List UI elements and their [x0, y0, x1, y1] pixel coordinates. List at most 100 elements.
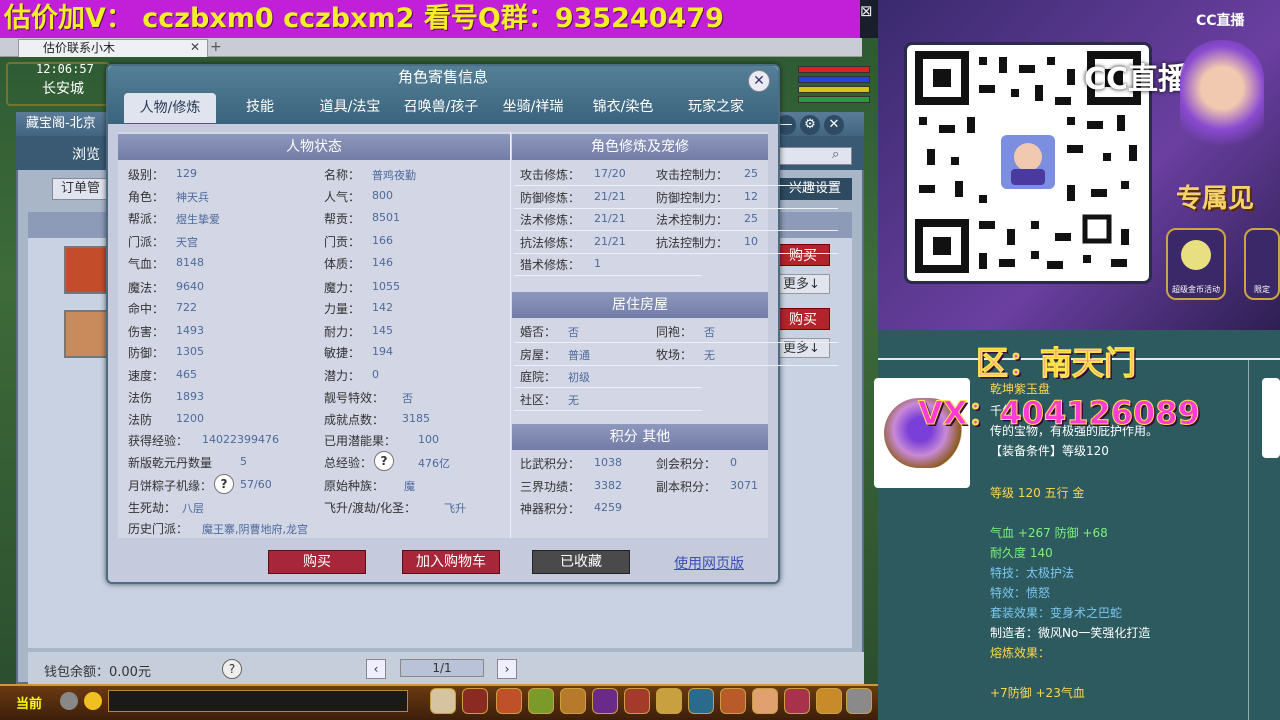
row-separator	[514, 387, 702, 388]
browse-tab[interactable]: 浏览	[72, 144, 100, 164]
item-stats: 气血 +267 防御 +68	[990, 526, 1108, 540]
skill-slot-icon[interactable]	[496, 688, 522, 714]
status-value: 129	[176, 167, 197, 180]
attribute-value: 194	[372, 345, 393, 358]
cultivation-label: 抗法修炼：	[520, 235, 581, 250]
attribute-label: 靓号特效：	[324, 391, 385, 405]
add-to-cart-button[interactable]: 加入购物车	[402, 550, 500, 574]
control-label: 攻击控制力：	[656, 168, 729, 182]
anger-bar	[798, 86, 870, 93]
activity-badge[interactable]: 超级金币活动	[1166, 228, 1226, 300]
control-value: 12	[744, 189, 758, 203]
house-value: 否	[704, 326, 715, 339]
chat-channel[interactable]: 当前	[16, 693, 42, 712]
skill-slot-icon[interactable]	[430, 688, 456, 714]
use-web-version-link[interactable]: 使用网页版	[674, 553, 744, 573]
row-separator	[650, 185, 838, 186]
help-icon[interactable]: ?	[214, 474, 234, 494]
item-maker: 制造者：微风No一笑强化打造	[990, 626, 1151, 640]
total-exp-value: 476亿	[418, 457, 450, 470]
tab-skills[interactable]: 技能	[226, 92, 294, 122]
order-manage-button[interactable]: 订单管	[52, 178, 112, 200]
attribute-value: 8501	[372, 211, 400, 224]
attribute-value: 145	[372, 324, 393, 337]
cultivation-label: 法术修炼：	[520, 213, 581, 227]
settings-icon[interactable]: ⚙	[800, 115, 820, 135]
item-requirement: 【装备条件】等级120	[990, 444, 1109, 458]
search-icon[interactable]: ⌕	[832, 147, 839, 162]
microphone-icon[interactable]	[60, 692, 78, 710]
house-value: 普通	[568, 348, 590, 362]
region-overlay: 区：南天门	[975, 344, 1137, 383]
skill-slot-icon[interactable]	[720, 688, 746, 714]
status-label: 级别：	[128, 168, 165, 182]
page-indicator: 1/1	[400, 659, 484, 677]
avatar[interactable]	[64, 310, 108, 358]
status-value: 煜生挚爱	[176, 213, 220, 226]
browser-tab[interactable]: 估价联系小木	[18, 39, 208, 57]
race-label: 原始种族：	[324, 479, 385, 493]
tab-close-icon[interactable]: ✕	[190, 40, 200, 54]
tab-outfits[interactable]: 锦衣/染色	[582, 92, 664, 122]
tab-items[interactable]: 道具/法宝	[310, 92, 390, 122]
buy-button[interactable]: 购买	[268, 550, 366, 574]
emoji-icon[interactable]	[84, 692, 102, 710]
row-separator	[650, 342, 838, 343]
new-tab-icon[interactable]: +	[210, 39, 222, 55]
store-search-input[interactable]	[774, 147, 852, 165]
used-fruit-label: 已用潜能果：	[324, 434, 397, 448]
skill-slot-icon[interactable]	[462, 688, 488, 714]
skill-slot-icon[interactable]	[624, 688, 650, 714]
skill-slot-icon[interactable]	[688, 688, 714, 714]
skill-slot-icon[interactable]	[784, 688, 810, 714]
status-label: 伤害：	[128, 325, 165, 339]
game-clock: 12:06:57	[36, 62, 94, 76]
points-label: 三界功绩：	[520, 479, 581, 494]
close-icon[interactable]: ✕	[824, 115, 844, 135]
listing-more-button[interactable]: 更多↓	[776, 274, 830, 294]
house-label: 同袍：	[656, 325, 693, 339]
tab-character-cultivation[interactable]: 人物/修炼	[124, 93, 216, 123]
house-header: 居住房屋	[512, 292, 768, 318]
help-icon[interactable]: ?	[222, 659, 242, 679]
listing-buy-button[interactable]: 购买	[776, 308, 830, 330]
skill-slot-icon[interactable]	[592, 688, 618, 714]
points-label: 剑会积分：	[656, 457, 717, 471]
skill-slot-icon[interactable]	[846, 688, 872, 714]
mp-bar	[798, 76, 870, 83]
help-icon[interactable]: ?	[374, 451, 394, 471]
house-label: 牧场：	[656, 347, 693, 362]
prev-page-button[interactable]: ‹	[366, 659, 386, 679]
control-value: 25	[744, 212, 758, 225]
status-header: 人物状态	[118, 134, 510, 160]
modal-close-icon[interactable]: ✕	[748, 70, 770, 92]
skill-slot-icon[interactable]	[528, 688, 554, 714]
skill-slot-icon[interactable]	[656, 688, 682, 714]
tab-mounts[interactable]: 坐骑/祥瑞	[492, 92, 574, 122]
house-value: 无	[568, 393, 579, 407]
interest-settings-button[interactable]: 兴趣设置	[778, 178, 852, 200]
limited-badge[interactable]: 限定	[1244, 228, 1280, 300]
zongzi-value: 57/60	[240, 478, 272, 491]
avatar[interactable]	[64, 246, 108, 294]
points-value: 1038	[594, 456, 622, 469]
attribute-value: 146	[372, 256, 393, 269]
attribute-label: 体质：	[324, 257, 361, 271]
house-label: 婚否：	[520, 325, 557, 339]
points-value: 4259	[594, 501, 622, 514]
skill-slot-icon[interactable]	[816, 688, 842, 714]
chat-input[interactable]	[108, 690, 408, 712]
tab-pets[interactable]: 召唤兽/孩子	[396, 92, 486, 122]
skill-slot-icon[interactable]	[752, 688, 778, 714]
listing-buy-button[interactable]: 购买	[776, 244, 830, 266]
close-icon[interactable]: ⊠	[860, 3, 876, 19]
skill-slot-icon[interactable]	[560, 688, 586, 714]
tab-player-home[interactable]: 玩家之家	[674, 92, 758, 122]
item-refine-value: +7防御 +23气血	[990, 686, 1085, 700]
next-page-button[interactable]: ›	[497, 659, 517, 679]
item-set: 套装效果：变身术之巴蛇	[990, 606, 1123, 620]
saved-button[interactable]: 已收藏	[532, 550, 630, 574]
status-value: 722	[176, 301, 197, 314]
attribute-label: 帮贡：	[324, 212, 361, 226]
listing-more-button[interactable]: 更多↓	[776, 338, 830, 358]
